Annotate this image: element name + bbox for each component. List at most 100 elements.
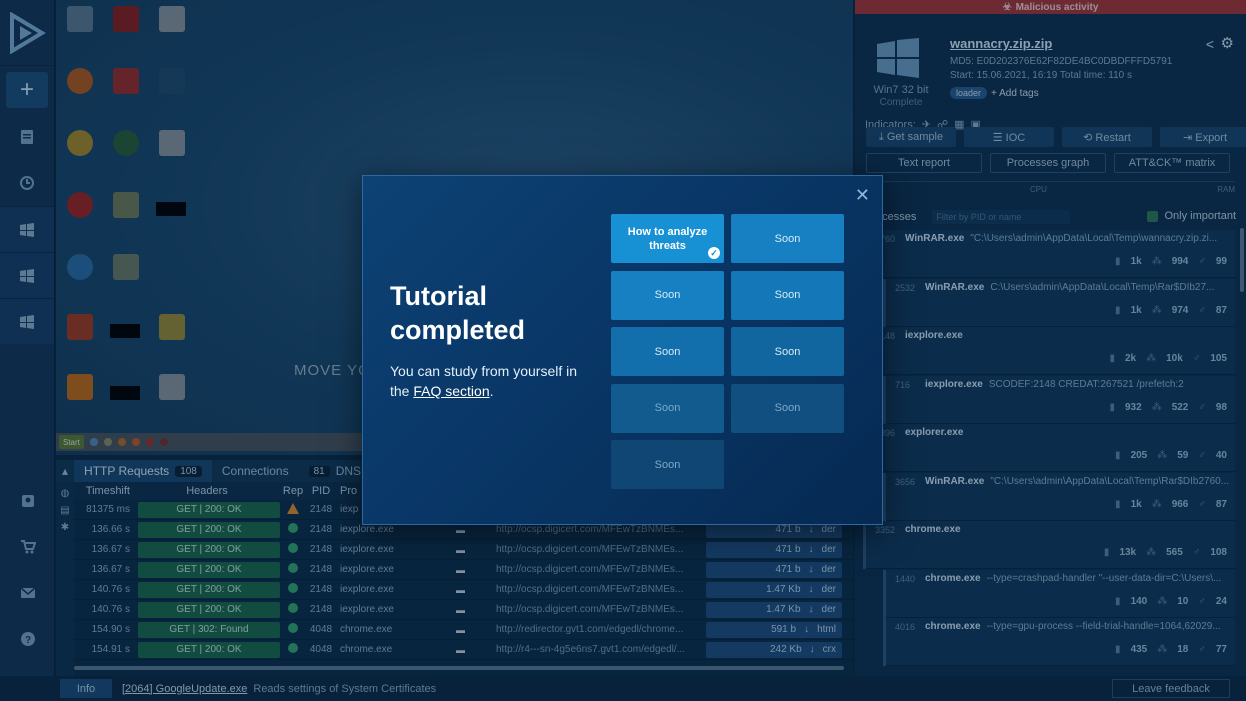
ccleaner-icon[interactable] — [58, 314, 102, 342]
status-process-link[interactable]: [2064] GoogleUpdate.exe — [122, 683, 247, 695]
restart-button[interactable]: ⟲ Restart — [1062, 127, 1152, 147]
table-row[interactable]: 136.67 s GET | 200: OK 2148 iexplore.exe ▬ ht… — [74, 560, 853, 580]
process-item[interactable]: 1440 chrome.exe --type=crashpad-handler "-… — [883, 569, 1235, 618]
process-filter-input[interactable]: Filter by PID or name — [932, 210, 1071, 224]
processes-graph-button[interactable]: Processes graph — [990, 153, 1106, 173]
filezilla-icon[interactable] — [104, 68, 148, 96]
horizontal-scrollbar[interactable] — [74, 666, 844, 670]
col-headers[interactable]: Headers — [134, 485, 280, 497]
export-button[interactable]: ⇥ Export — [1160, 127, 1246, 147]
taskbar-opera-icon[interactable] — [145, 438, 154, 446]
stat-value: 932 — [1125, 401, 1142, 413]
download-icon[interactable]: ↓ — [809, 564, 814, 575]
table-row[interactable]: 154.90 s GET | 302: Found 4048 chrome.exe ▬ h… — [74, 620, 853, 640]
windows-task-1-icon[interactable] — [0, 206, 54, 252]
document-icon[interactable] — [150, 6, 194, 34]
program-icon[interactable] — [104, 192, 148, 220]
only-important-toggle[interactable]: Only important — [1147, 210, 1236, 222]
taskbar-firefox-icon[interactable] — [131, 438, 140, 446]
reports-icon[interactable] — [0, 114, 54, 160]
ioc-button[interactable]: ☰ IOC — [964, 127, 1054, 147]
headers-cell: GET | 200: OK — [138, 561, 280, 578]
table-row[interactable]: 140.76 s GET | 200: OK 2148 iexplore.exe ▬ ht… — [74, 580, 853, 600]
mail-icon[interactable] — [0, 570, 55, 616]
recycle-bin-icon[interactable] — [58, 6, 102, 34]
tab-connections[interactable]: Connections — [212, 460, 299, 482]
cart-icon[interactable] — [0, 524, 55, 570]
chrome-icon[interactable] — [58, 130, 102, 158]
rtf-file-icon[interactable] — [150, 130, 194, 158]
share-icon[interactable]: < — [1206, 36, 1214, 52]
app-root: + ? MOVE YO Start ▴ HTTP Requests 108 Co… — [0, 0, 1246, 701]
history-icon[interactable] — [0, 160, 54, 206]
col-timeshift[interactable]: Timeshift — [74, 485, 134, 497]
table-row[interactable]: 136.67 s GET | 200: OK 2148 iexplore.exe ▬ ht… — [74, 540, 853, 560]
add-tags-button[interactable]: + Add tags — [991, 88, 1039, 99]
download-icon[interactable]: ↓ — [809, 524, 814, 535]
process-pid: 1440 — [895, 573, 916, 584]
table-row[interactable]: 140.76 s GET | 200: OK 2148 iexplore.exe ▬ ht… — [74, 600, 853, 620]
taskbar-app-icon[interactable] — [159, 438, 168, 446]
taskbar-ie-icon[interactable] — [89, 438, 98, 446]
process-item[interactable]: 2148 iexplore.exe ▮ 2k ⁂ 10k ♂ 105 — [863, 327, 1235, 375]
faq-link[interactable]: FAQ section — [413, 383, 489, 399]
process-pid: 4016 — [895, 622, 916, 632]
text-report-button[interactable]: Text report — [866, 153, 982, 173]
text-file-icon[interactable] — [150, 374, 194, 402]
acrobat-icon[interactable] — [104, 6, 148, 34]
globe-icon[interactable]: ◍ — [56, 488, 74, 499]
anyrun-logo[interactable] — [0, 0, 54, 66]
taskbar-media-icon[interactable] — [117, 438, 126, 446]
download-icon[interactable]: ↓ — [809, 604, 814, 615]
download-icon[interactable]: ↓ — [810, 644, 815, 655]
windows-task-2-icon[interactable] — [0, 252, 54, 298]
file-icon[interactable]: ▤ — [56, 505, 74, 516]
vlc-icon[interactable] — [58, 374, 102, 402]
timeshift-cell: 140.76 s — [91, 604, 130, 615]
skype-icon[interactable] — [58, 254, 102, 282]
process-item[interactable]: 2396 explorer.exe ▮ 205 ⁂ 59 ♂ 40 — [863, 424, 1235, 472]
process-item[interactable]: 4016 chrome.exe --type=gpu-process --field… — [883, 618, 1235, 666]
tutorial-item-label: Soon — [774, 402, 801, 414]
download-icon[interactable]: ↓ — [809, 544, 814, 555]
info-badge[interactable]: Info — [60, 679, 112, 698]
blank-file-icon[interactable] — [150, 68, 194, 96]
download-icon[interactable]: ↓ — [804, 624, 809, 635]
start-button[interactable]: Start — [59, 435, 84, 449]
col-pid[interactable]: PID — [306, 485, 336, 497]
file-icon: ▮ — [1115, 498, 1121, 510]
file-name-link[interactable]: wannacry.zip.zip — [950, 36, 1052, 51]
leave-feedback-button[interactable]: Leave feedback — [1112, 679, 1230, 698]
table-row[interactable]: 154.91 s GET | 200: OK 4048 chrome.exe ▬ http… — [74, 640, 853, 660]
tree-line — [883, 618, 886, 666]
process-item[interactable]: 3352 chrome.exe ▮ 13k ⁂ 565 ♂ 108 — [863, 521, 1235, 569]
close-icon[interactable]: ✕ — [855, 186, 870, 204]
checkbox-icon[interactable] — [1147, 210, 1159, 222]
monitor-icon[interactable] — [104, 254, 148, 282]
tab-http-requests[interactable]: HTTP Requests 108 — [74, 460, 212, 482]
help-icon[interactable]: ? — [0, 616, 55, 662]
profile-icon[interactable] — [0, 478, 55, 524]
col-rep[interactable]: Rep — [280, 485, 306, 497]
process-scrollbar[interactable] — [1240, 228, 1244, 292]
download-icon[interactable]: ↓ — [809, 584, 814, 595]
windows-task-3-icon[interactable] — [0, 298, 54, 344]
taskbar-folder-icon[interactable] — [103, 438, 112, 446]
collapse-icon[interactable]: ▴ — [56, 460, 74, 482]
process-stats: ▮ 435 ⁂ 18 ♂ 77 — [1115, 644, 1227, 655]
bug-icon[interactable] — [104, 130, 148, 158]
get-sample-button[interactable]: ⤓ Get sample — [866, 127, 956, 147]
opera-icon[interactable] — [58, 192, 102, 220]
archive-icon[interactable] — [150, 314, 194, 342]
tag-chip[interactable]: loader — [950, 87, 988, 99]
process-item[interactable]: 2532 WinRAR.exe C:\Users\admin\AppData\Loc… — [883, 278, 1235, 327]
new-task-button[interactable]: + — [6, 72, 48, 108]
process-item[interactable]: 2760 WinRAR.exe "C:\Users\admin\AppData\Lo… — [863, 230, 1235, 278]
attack-matrix-button[interactable]: ATT&CK™ matrix — [1114, 153, 1230, 173]
process-item[interactable]: 3656 WinRAR.exe "C:\Users\admin\AppData\Lo… — [883, 472, 1235, 521]
tutorial-item-how-to-analyze[interactable]: How to analyze threats ✓ — [611, 214, 724, 263]
process-item[interactable]: 716 iexplore.exe SCODEF:2148 CREDAT:267521… — [883, 375, 1235, 424]
gear-icon[interactable]: ⚙ — [1221, 34, 1234, 52]
firefox-icon[interactable] — [58, 68, 102, 96]
bug-icon[interactable]: ✱ — [56, 522, 74, 533]
